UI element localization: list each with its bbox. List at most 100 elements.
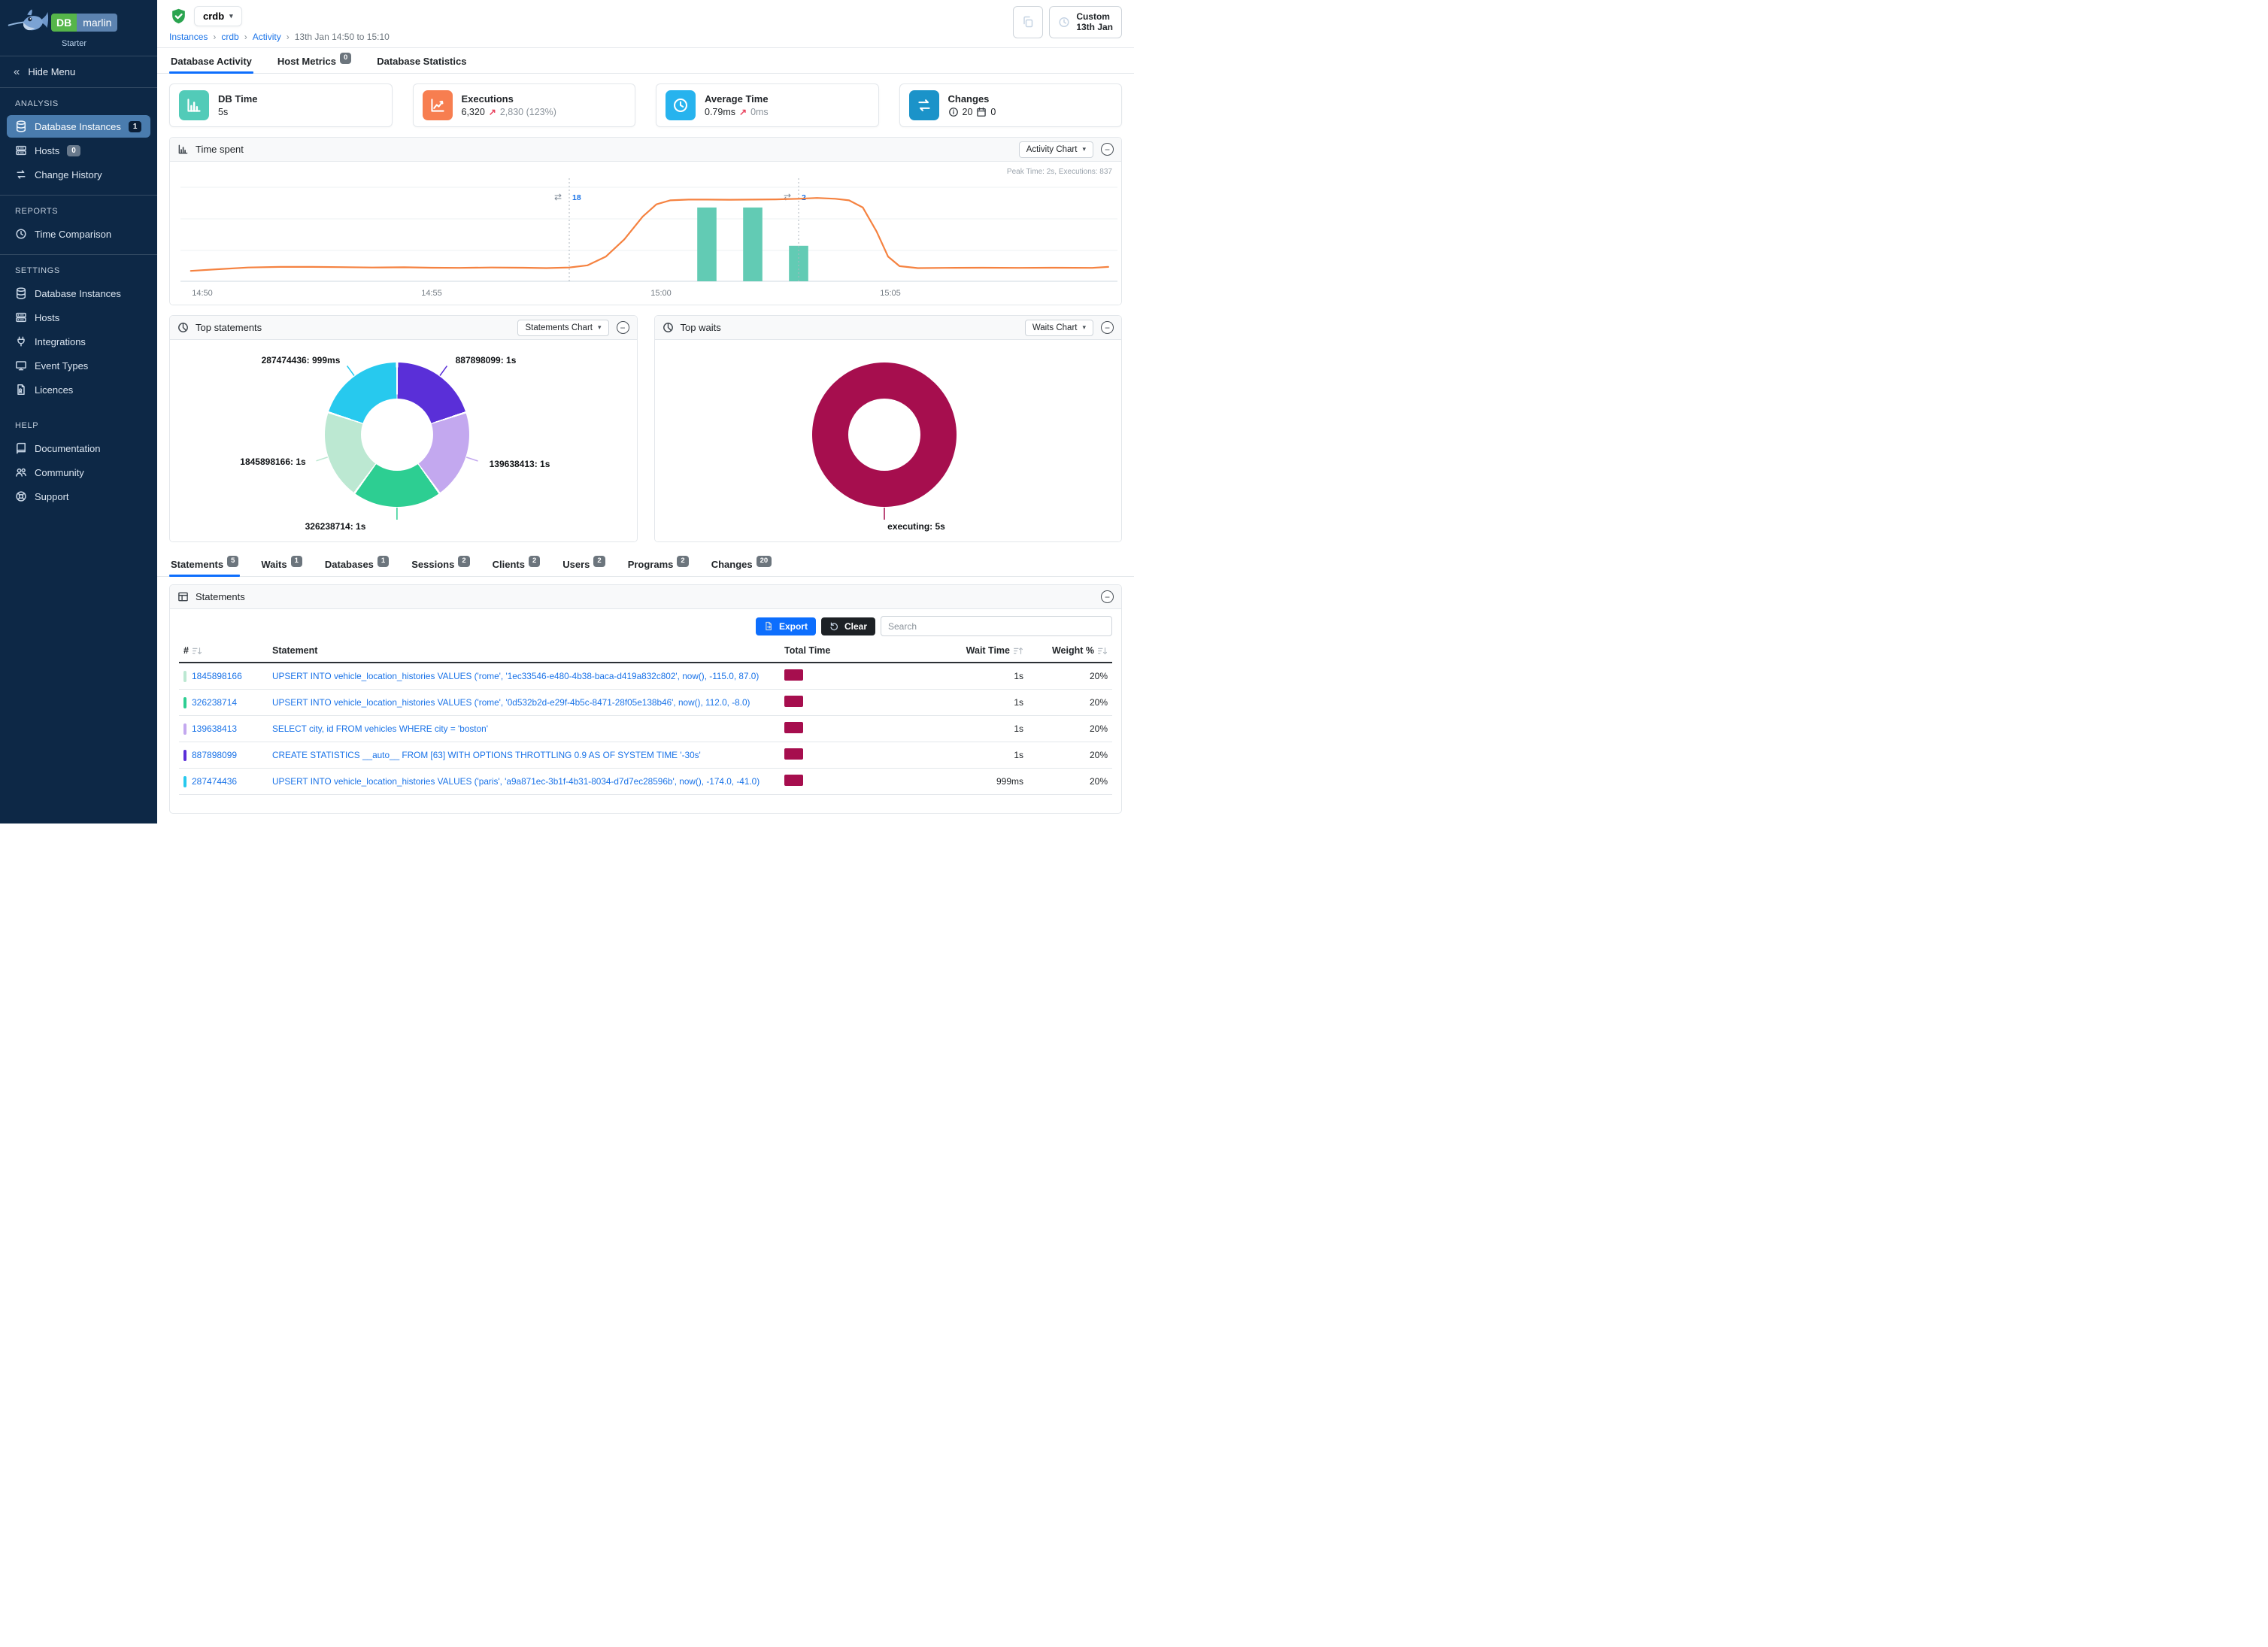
marlin-fish-logo-icon	[8, 8, 50, 38]
time-spent-chart[interactable]: Peak Time: 2s, Executions: 837 ⇄18⇄214:5…	[170, 162, 1121, 305]
events-icon	[15, 359, 27, 372]
sidebar: DB marlin Starter « Hide Menu ANALYSISDa…	[0, 0, 157, 824]
topbar-actions: Custom 13th Jan	[1013, 6, 1122, 38]
tab-label: Host Metrics	[277, 56, 336, 67]
tab-changes[interactable]: Changes20	[710, 551, 773, 576]
instance-selector[interactable]: crdb ▾	[194, 6, 242, 26]
copy-link-button[interactable]	[1013, 6, 1043, 38]
tab-database-statistics[interactable]: Database Statistics	[375, 48, 468, 73]
sort-up-icon	[1013, 647, 1023, 655]
time-spent-header: Time spent Activity Chart ▾ −	[170, 138, 1121, 162]
statement-text-link[interactable]: UPSERT INTO vehicle_location_histories V…	[272, 776, 784, 787]
collapse-top-waits-button[interactable]: −	[1101, 321, 1114, 334]
donut-label-executing: executing: 5s	[887, 521, 945, 532]
statement-color-chip	[183, 697, 186, 708]
statement-id-link[interactable]: 139638413	[192, 723, 237, 734]
kpi-card-changes: Changes200	[899, 83, 1123, 127]
sidebar-item-integrations[interactable]: Integrations	[7, 330, 150, 353]
collapse-top-statements-button[interactable]: −	[617, 321, 629, 334]
donut-row: Top statements Statements Chart ▾ − 8878…	[169, 315, 1122, 542]
logo-wordmark[interactable]: DB marlin	[51, 14, 117, 32]
bar-chart-icon	[179, 90, 209, 120]
top-statements-donut[interactable]: 887898099: 1s139638413: 1s326238714: 1s1…	[170, 340, 637, 541]
total-time-bar	[784, 722, 803, 733]
statement-id-link[interactable]: 887898099	[192, 750, 237, 760]
column-header-statement[interactable]: Statement	[272, 645, 784, 656]
statements-chart-dropdown[interactable]: Statements Chart ▾	[517, 320, 608, 336]
sidebar-item-licences[interactable]: Licences	[7, 378, 150, 401]
statement-color-chip	[183, 776, 186, 787]
collapse-time-spent-button[interactable]: −	[1101, 143, 1114, 156]
export-button[interactable]: Export	[756, 617, 816, 635]
waits-chart-dropdown[interactable]: Waits Chart ▾	[1025, 320, 1093, 336]
statement-id-link[interactable]: 1845898166	[192, 671, 242, 681]
statement-text-link[interactable]: CREATE STATISTICS __auto__ FROM [63] WIT…	[272, 750, 784, 760]
collapse-statements-button[interactable]: −	[1101, 590, 1114, 603]
tab-label: Changes	[711, 559, 753, 570]
table-row: 139638413 SELECT city, id FROM vehicles W…	[179, 716, 1112, 742]
tab-badge: 5	[227, 556, 238, 567]
column-header-wait-time[interactable]: Wait Time	[911, 645, 1023, 656]
wait-time-value: 1s	[911, 723, 1023, 734]
sidebar-item-documentation[interactable]: Documentation	[7, 437, 150, 460]
tab-database-activity[interactable]: Database Activity	[169, 48, 253, 73]
top-waits-donut[interactable]: executing: 5s	[655, 340, 1122, 541]
statement-id-cell: 139638413	[183, 723, 272, 735]
donut-label-139638413: 139638413: 1s	[490, 459, 550, 469]
sidebar-item-event-types[interactable]: Event Types	[7, 354, 150, 377]
sidebar-item-community[interactable]: Community	[7, 461, 150, 484]
top-statements-title: Top statements	[196, 322, 262, 333]
statement-text-link[interactable]: UPSERT INTO vehicle_location_histories V…	[272, 697, 784, 708]
search-input[interactable]	[881, 616, 1112, 636]
tab-label: Statements	[171, 559, 223, 570]
statement-id-cell: 887898099	[183, 750, 272, 761]
kpi-title: Executions	[462, 93, 556, 105]
tab-clients[interactable]: Clients2	[491, 551, 542, 576]
breadcrumb-link[interactable]: Instances	[169, 32, 208, 42]
sidebar-item-database-instances[interactable]: Database Instances1	[7, 115, 150, 138]
column-header-total-time[interactable]: Total Time	[784, 645, 911, 656]
statements-table: #StatementTotal Time Wait Time Weight % 184…	[170, 642, 1121, 814]
sidebar-item-hosts[interactable]: Hosts	[7, 306, 150, 329]
wait-time-value: 1s	[911, 697, 1023, 708]
column-header-[interactable]: #	[183, 645, 272, 656]
statement-color-chip	[183, 750, 186, 761]
info-circle-icon	[948, 107, 959, 117]
activity-chart-dropdown[interactable]: Activity Chart ▾	[1019, 141, 1093, 158]
tab-programs[interactable]: Programs2	[626, 551, 690, 576]
breadcrumb-link[interactable]: crdb	[221, 32, 238, 42]
sidebar-item-hosts[interactable]: Hosts0	[7, 139, 150, 162]
statement-text-link[interactable]: UPSERT INTO vehicle_location_histories V…	[272, 671, 784, 681]
tab-waits[interactable]: Waits1	[259, 551, 304, 576]
sidebar-item-change-history[interactable]: Change History	[7, 163, 150, 186]
kpi-calendar-count: 0	[990, 107, 996, 117]
statement-id-link[interactable]: 287474436	[192, 776, 237, 787]
tab-databases[interactable]: Databases1	[323, 551, 390, 576]
breadcrumb-link[interactable]: Activity	[253, 32, 281, 42]
tab-badge: 2	[593, 556, 605, 567]
column-header-label: Wait Time	[966, 645, 1010, 656]
sidebar-item-support[interactable]: Support	[7, 485, 150, 508]
sidebar-item-database-instances[interactable]: Database Instances	[7, 282, 150, 305]
executions-bar	[743, 208, 763, 281]
tab-statements[interactable]: Statements 5	[169, 551, 240, 576]
column-header-weight[interactable]: Weight %	[1023, 645, 1108, 656]
waits-donut-ring[interactable]	[812, 362, 957, 507]
tab-host-metrics[interactable]: Host Metrics0	[276, 48, 353, 73]
sidebar-item-label: Licences	[35, 384, 73, 396]
sidebar-section-title: ANALYSIS	[0, 89, 157, 114]
time-range-button[interactable]: Custom 13th Jan	[1049, 6, 1122, 38]
sidebar-section-title: SETTINGS	[0, 256, 157, 281]
statement-text-link[interactable]: SELECT city, id FROM vehicles WHERE city…	[272, 723, 784, 734]
trend-up-icon: ↗	[489, 107, 496, 117]
kpi-cards: DB Time5sExecutions6,320↗2,830 (123%)Ave…	[157, 74, 1134, 127]
hide-menu-button[interactable]: « Hide Menu	[0, 56, 157, 88]
tab-users[interactable]: Users2	[561, 551, 606, 576]
total-time-bar	[784, 748, 803, 760]
clear-button[interactable]: Clear	[821, 617, 875, 635]
statement-id-link[interactable]: 326238714	[192, 697, 237, 708]
statements-donut-ring[interactable]	[325, 362, 469, 507]
sidebar-item-time-comparison[interactable]: Time Comparison	[7, 223, 150, 245]
weight-value: 20%	[1023, 671, 1108, 681]
tab-sessions[interactable]: Sessions2	[410, 551, 471, 576]
